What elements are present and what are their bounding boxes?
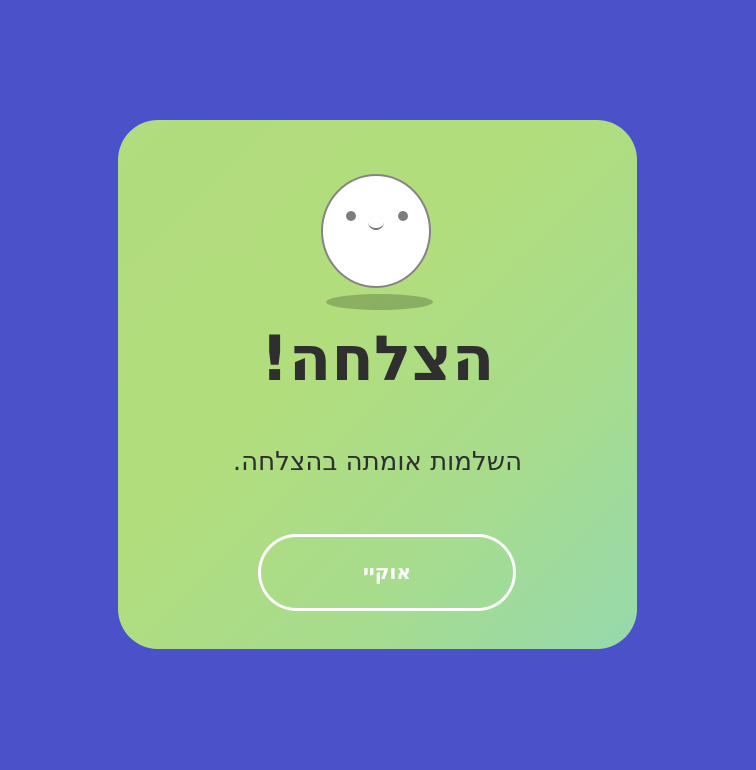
smile-mouth: [368, 220, 384, 230]
dialog-title: הצלחה!: [260, 322, 495, 395]
dialog-message: השלמות אומתה בהצלחה.: [232, 447, 523, 477]
smiley-face-icon: [321, 174, 431, 288]
ok-button[interactable]: אוקיי: [258, 534, 516, 611]
success-dialog: הצלחה! השלמות אומתה בהצלחה. אוקיי: [118, 120, 637, 649]
face-shadow: [326, 294, 433, 310]
right-eye: [398, 211, 408, 221]
left-eye: [346, 211, 356, 221]
